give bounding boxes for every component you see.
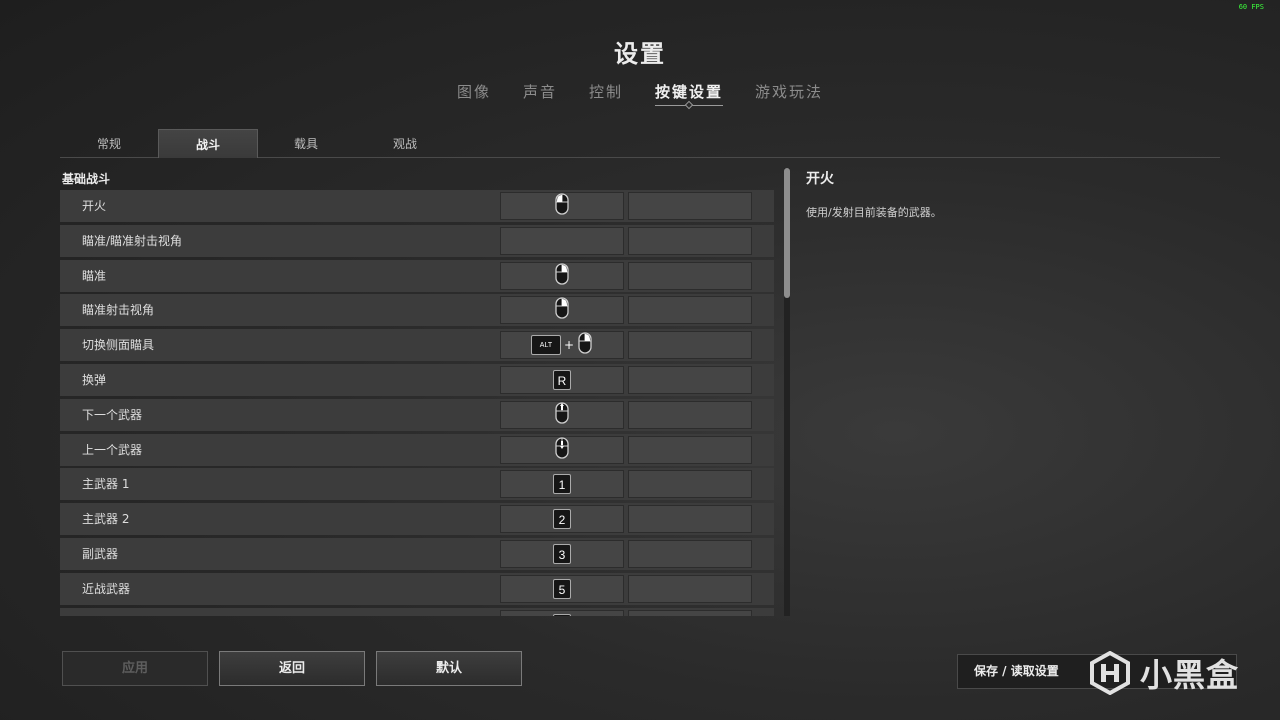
- apply-button[interactable]: 应用: [62, 651, 208, 686]
- main-tab-2[interactable]: 控制: [573, 82, 639, 104]
- primary-key-slot[interactable]: [500, 400, 624, 429]
- mouse-right-click-icon: [577, 332, 593, 358]
- keybinding-action-label: 主武器 1: [82, 477, 130, 492]
- secondary-key-slot[interactable]: [628, 400, 752, 429]
- mouse-wheel-up-icon: [554, 402, 570, 428]
- keybinding-row: 切换侧面瞄具 ALT +: [60, 329, 774, 362]
- description-title: 开火: [806, 171, 834, 187]
- fps-counter: 60 FPS: [1238, 3, 1264, 11]
- keybinding-row: 上一个武器: [60, 433, 774, 466]
- mouse-right-click-icon: [554, 262, 570, 289]
- keybinding-action-label: 主武器 2: [82, 512, 130, 527]
- keybinding-action-label: 上一个武器: [82, 442, 143, 457]
- keybinding-action-label: 瞄准: [82, 268, 107, 283]
- secondary-key-slot[interactable]: [628, 505, 752, 534]
- default-button[interactable]: 默认: [376, 651, 522, 686]
- keybinding-row: 瞄准: [60, 259, 774, 292]
- keybinding-row: 副武器 3: [60, 537, 774, 570]
- keybinding-action-label: 副武器: [82, 546, 119, 561]
- secondary-key-slot[interactable]: [628, 435, 752, 464]
- scrollbar-thumb[interactable]: [784, 168, 790, 298]
- key-cap: R: [553, 369, 571, 390]
- keybinding-action-label: 近战武器: [82, 581, 131, 596]
- watermark-text: 小黑盒: [1140, 656, 1240, 694]
- sub-tab-bar: 常规 战斗 载具 观战: [60, 129, 1220, 158]
- secondary-key-slot[interactable]: [628, 296, 752, 325]
- primary-key-slot[interactable]: 3: [500, 539, 624, 568]
- primary-key-slot[interactable]: R: [500, 365, 624, 394]
- primary-key-slot[interactable]: 5: [500, 574, 624, 603]
- page-title: 设置: [614, 40, 666, 68]
- main-tab-bar: 图像 声音 控制 按键设置 游戏玩法: [0, 82, 1280, 106]
- sub-tab-3[interactable]: 观战: [356, 129, 454, 157]
- secondary-key-slot[interactable]: [628, 331, 752, 360]
- primary-key-slot[interactable]: 1: [500, 470, 624, 499]
- keybinding-action-label: 瞄准射击视角: [82, 303, 155, 318]
- keybinding-row: [60, 607, 774, 616]
- primary-key-slot[interactable]: [500, 226, 624, 255]
- mouse-left-click-icon: [554, 193, 570, 219]
- secondary-key-slot[interactable]: [628, 574, 752, 603]
- keybinding-row: 开火: [60, 190, 774, 222]
- heybox-logo-icon: [1090, 651, 1130, 695]
- primary-key-slot[interactable]: ALT +: [500, 331, 624, 360]
- keybinding-row: 换弹 R: [60, 363, 774, 396]
- main-tab-4[interactable]: 游戏玩法: [739, 82, 839, 104]
- keybinding-action-label: 切换侧面瞄具: [82, 338, 155, 353]
- keybinding-list[interactable]: 开火瞄准/瞄准射击视角 瞄准瞄准射击视角 切换侧面瞄具 ALT + 换弹 R 下一个武器上一个…: [60, 190, 774, 616]
- secondary-key-slot[interactable]: [628, 261, 752, 290]
- primary-key-slot[interactable]: [500, 192, 624, 220]
- secondary-key-slot[interactable]: [628, 192, 752, 220]
- main-tab-1[interactable]: 声音: [507, 82, 573, 104]
- primary-key-slot[interactable]: [500, 296, 624, 325]
- secondary-key-slot[interactable]: [628, 609, 752, 616]
- sub-tab-2[interactable]: 载具: [257, 129, 355, 157]
- scrollbar[interactable]: [784, 168, 790, 616]
- key-cap: [553, 613, 571, 616]
- primary-key-slot[interactable]: 2: [500, 505, 624, 534]
- key-cap: 5: [553, 578, 571, 599]
- main-tab-0[interactable]: 图像: [441, 82, 507, 104]
- primary-key-slot[interactable]: [500, 261, 624, 290]
- section-title: 基础战斗: [62, 172, 111, 186]
- back-button[interactable]: 返回: [219, 651, 365, 686]
- keybinding-row: 主武器 2 2: [60, 503, 774, 536]
- keybinding-row: 下一个武器: [60, 398, 774, 431]
- sub-tab-1[interactable]: 战斗: [158, 129, 258, 158]
- sub-tab-0[interactable]: 常规: [60, 129, 158, 157]
- description-text: 使用/发射目前装备的武器。: [806, 206, 942, 219]
- keybinding-row: 近战武器 5: [60, 572, 774, 605]
- keybinding-action-label: 开火: [82, 199, 107, 213]
- watermark: 小黑盒: [1088, 650, 1239, 696]
- key-cap: ALT: [530, 335, 561, 356]
- keybinding-action-label: 换弹: [82, 372, 107, 387]
- key-cap: 3: [553, 543, 571, 564]
- mouse-wheel-down-icon: [554, 436, 570, 463]
- main-tab-3[interactable]: 按键设置: [639, 82, 739, 106]
- keybinding-row: 瞄准射击视角: [60, 294, 774, 327]
- mouse-right-click-icon: [554, 297, 570, 323]
- secondary-key-slot[interactable]: [628, 470, 752, 499]
- primary-key-slot[interactable]: [500, 609, 624, 616]
- secondary-key-slot[interactable]: [628, 226, 752, 255]
- keybinding-action-label: 瞄准/瞄准射击视角: [82, 233, 183, 248]
- secondary-key-slot[interactable]: [628, 365, 752, 394]
- primary-key-slot[interactable]: [500, 435, 624, 464]
- keybinding-row: 瞄准/瞄准射击视角: [60, 224, 774, 257]
- keybinding-action-label: 下一个武器: [82, 407, 143, 422]
- key-cap: 2: [553, 509, 571, 530]
- key-cap: 1: [553, 474, 571, 495]
- secondary-key-slot[interactable]: [628, 539, 752, 568]
- keybinding-row: 主武器 1 1: [60, 468, 774, 501]
- plus-icon: +: [563, 338, 575, 353]
